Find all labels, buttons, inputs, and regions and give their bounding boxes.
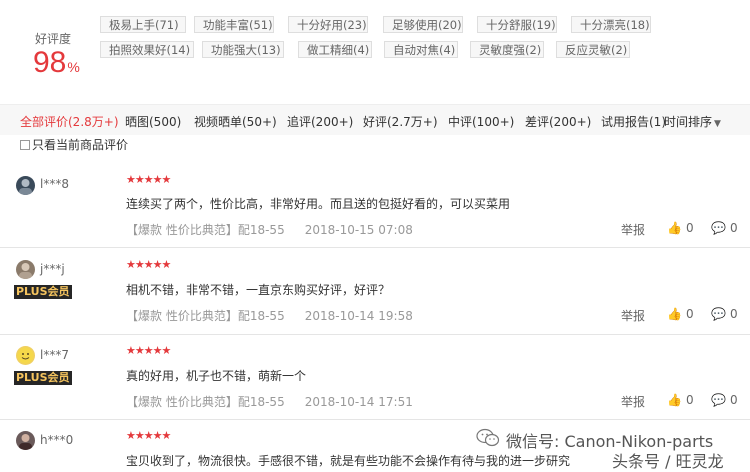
impression-tag[interactable]: 功能强大(13) [202, 41, 284, 58]
impression-tag[interactable]: 拍照效果好(14) [100, 41, 194, 58]
impression-tag[interactable]: 做工精细(4) [298, 41, 372, 58]
product-tag: 【爆款 性价比典范】 [126, 223, 238, 237]
tab-neutral[interactable]: 中评(100+) [448, 113, 514, 130]
product-config: 配18-55 [237, 395, 285, 409]
like-count: 0 [685, 307, 694, 321]
review-date: 2018-10-14 17:51 [304, 395, 413, 409]
impression-tag[interactable]: 十分漂亮(18) [571, 16, 651, 33]
comment-icon: 💬 [711, 393, 726, 407]
avatar[interactable] [16, 346, 35, 365]
thumbs-up-icon: 👍 [667, 393, 682, 407]
review-filter-bar: 全部评价(2.8万+) 晒图(500) 视频晒单(50+) 追评(200+) 好… [0, 104, 750, 135]
toutiao-id: 头条号 / 旺灵龙 [612, 452, 724, 471]
like-button[interactable]: 👍 0 [667, 221, 694, 235]
comment-button[interactable]: 💬 0 [711, 307, 738, 321]
like-button[interactable]: 👍 0 [667, 393, 694, 407]
impression-tag[interactable]: 十分好用(23) [288, 16, 368, 33]
report-button[interactable]: 举报 [621, 221, 645, 238]
like-button[interactable]: 👍 0 [667, 307, 694, 321]
star-rating: ★★★★★ [126, 344, 171, 357]
impression-tag[interactable]: 反应灵敏(2) [556, 41, 630, 58]
comment-icon: 💬 [711, 221, 726, 235]
tab-photos[interactable]: 晒图(500) [125, 113, 181, 130]
impression-tag[interactable]: 足够使用(20) [383, 16, 463, 33]
rate-number: 98 [33, 46, 67, 79]
watermark: 微信号: Canon-Nikon-parts 头条号 / 旺灵龙 [476, 426, 750, 471]
username[interactable]: l***7 [40, 348, 69, 362]
product-tag: 【爆款 性价比典范】 [126, 309, 238, 323]
review-content: 连续买了两个，性价比高，非常好用。而且送的包挺好看的，可以买菜用 [126, 197, 511, 211]
avatar[interactable] [16, 431, 35, 450]
tab-negative[interactable]: 差评(200+) [525, 113, 591, 130]
only-current-product-filter[interactable]: 只看当前商品评价 [20, 136, 128, 153]
impression-tag[interactable]: 十分舒服(19) [477, 16, 557, 33]
product-config: 配18-55 [237, 223, 285, 237]
review-meta: 【爆款 性价比典范】配18-55 2018-10-14 19:58 [126, 307, 413, 324]
comment-button[interactable]: 💬 0 [711, 221, 738, 235]
product-config: 配18-55 [237, 309, 285, 323]
comment-icon: 💬 [711, 307, 726, 321]
checkbox[interactable] [20, 139, 30, 150]
rating-summary: 好评度 98% 极易上手(71) 功能丰富(51) 十分好用(23) 足够使用(… [0, 0, 750, 100]
tab-video[interactable]: 视频晒单(50+) [194, 113, 277, 130]
review-meta: 【爆款 性价比典范】配18-55 2018-10-14 17:51 [126, 393, 413, 410]
thumbs-up-icon: 👍 [667, 221, 682, 235]
rate-unit: % [67, 59, 80, 75]
avatar[interactable] [16, 176, 35, 195]
rate-label: 好评度 [35, 32, 72, 46]
chevron-down-icon: ▼ [714, 119, 721, 129]
star-rating: ★★★★★ [126, 258, 171, 271]
wechat-icon [476, 428, 500, 447]
thumbs-up-icon: 👍 [667, 307, 682, 321]
like-count: 0 [685, 221, 694, 235]
sort-dropdown[interactable]: 时间排序 ▼ [664, 113, 721, 130]
rate-value: 98% [33, 46, 80, 80]
review-meta: 【爆款 性价比典范】配18-55 2018-10-15 07:08 [126, 221, 413, 238]
review-content: 真的好用，机子也不错，萌新一个 [126, 369, 307, 383]
review-date: 2018-10-15 07:08 [304, 223, 413, 237]
tab-all-reviews[interactable]: 全部评价(2.8万+) [20, 113, 119, 130]
review-item: j***j PLUS会员 ★★★★★ 相机不错，非常不错，一直京东购买好评，好评… [0, 248, 750, 335]
comment-count: 0 [729, 221, 738, 235]
only-current-label: 只看当前商品评价 [32, 138, 129, 152]
comment-button[interactable]: 💬 0 [711, 393, 738, 407]
impression-tag[interactable]: 灵敏度强(2) [470, 41, 544, 58]
username[interactable]: h***0 [40, 433, 73, 447]
username[interactable]: l***8 [40, 177, 69, 191]
product-tag: 【爆款 性价比典范】 [126, 395, 238, 409]
avatar[interactable] [16, 260, 35, 279]
sort-label: 时间排序 [664, 115, 713, 129]
impression-tag[interactable]: 功能丰富(51) [194, 16, 274, 33]
plus-member-badge: PLUS会员 [14, 285, 72, 299]
review-content: 相机不错，非常不错，一直京东购买好评，好评？ [126, 283, 391, 297]
comment-count: 0 [729, 393, 738, 407]
username[interactable]: j***j [40, 262, 65, 276]
comment-count: 0 [729, 307, 738, 321]
like-count: 0 [685, 393, 694, 407]
review-date: 2018-10-14 19:58 [304, 309, 413, 323]
review-item: l***8 ★★★★★ 连续买了两个，性价比高，非常好用。而且送的包挺好看的，可… [0, 156, 750, 248]
report-button[interactable]: 举报 [621, 393, 645, 410]
star-rating: ★★★★★ [126, 173, 171, 186]
impression-tag[interactable]: 自动对焦(4) [384, 41, 458, 58]
report-button[interactable]: 举报 [621, 307, 645, 324]
tab-trial-report[interactable]: 试用报告(1) [601, 113, 666, 130]
review-item: l***7 PLUS会员 ★★★★★ 真的好用，机子也不错，萌新一个 【爆款 性… [0, 335, 750, 420]
tab-followup[interactable]: 追评(200+) [287, 113, 353, 130]
impression-tag[interactable]: 极易上手(71) [100, 16, 186, 33]
tab-positive[interactable]: 好评(2.7万+) [363, 113, 438, 130]
star-rating: ★★★★★ [126, 429, 171, 442]
plus-member-badge: PLUS会员 [14, 371, 72, 385]
